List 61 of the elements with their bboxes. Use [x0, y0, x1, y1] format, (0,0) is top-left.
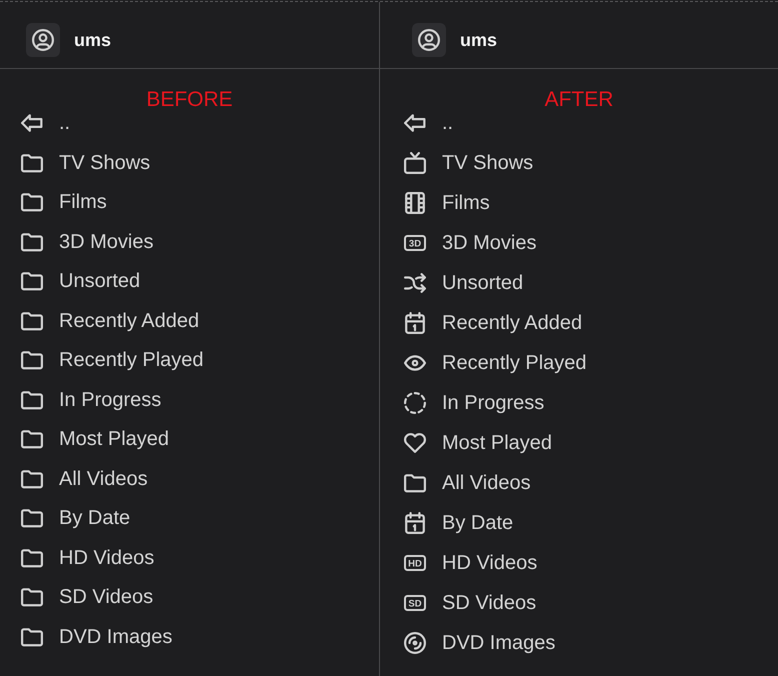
user-icon[interactable]	[412, 23, 446, 57]
caption-label: BEFORE	[146, 88, 233, 112]
username: ums	[460, 29, 498, 51]
list-item[interactable]: Films	[404, 192, 490, 214]
folder-icon	[21, 626, 43, 648]
folder-icon	[404, 472, 426, 494]
list-item[interactable]: Films	[21, 191, 107, 213]
calendar-icon	[404, 512, 426, 534]
folder-icon	[21, 388, 43, 410]
list-item[interactable]: DVD Images	[21, 626, 172, 648]
list-item[interactable]: SD SD Videos	[404, 592, 536, 614]
list-item[interactable]: Recently Added	[21, 310, 200, 332]
list-item[interactable]: 3D 3D Movies	[404, 232, 536, 254]
back-arrow-icon	[21, 112, 43, 134]
list-item[interactable]: In Progress	[404, 392, 544, 414]
list-item[interactable]: Recently Played	[404, 352, 587, 374]
list-item[interactable]: TV Shows	[21, 152, 150, 174]
back-link[interactable]: ..	[404, 112, 454, 134]
user-icon[interactable]	[26, 23, 60, 57]
text-badge-icon: 3D	[404, 232, 426, 254]
tv-icon	[404, 152, 426, 174]
caption-label: AFTER	[544, 88, 614, 112]
list-item[interactable]: Most Played	[21, 428, 170, 450]
folder-icon	[21, 191, 43, 213]
list-item[interactable]: By Date	[21, 507, 130, 529]
list-item[interactable]: HD HD Videos	[404, 552, 538, 574]
text-badge-icon: HD	[404, 552, 426, 574]
folder-icon	[21, 468, 43, 490]
text-badge-icon: SD	[404, 592, 426, 614]
folder-icon	[21, 230, 43, 252]
list-item[interactable]: DVD Images	[404, 632, 556, 654]
folder-icon	[21, 349, 43, 371]
heart-icon	[404, 432, 426, 454]
film-icon	[404, 192, 426, 214]
shuffle-icon	[404, 272, 426, 294]
list-item[interactable]: 3D Movies	[21, 230, 154, 252]
list-item[interactable]: HD Videos	[21, 546, 154, 568]
folder-icon	[21, 586, 43, 608]
folder-icon	[21, 152, 43, 174]
list-item[interactable]: Recently Added	[404, 312, 582, 334]
folder-icon	[21, 428, 43, 450]
back-arrow-icon	[404, 112, 426, 134]
list-item[interactable]: SD Videos	[21, 586, 154, 608]
list-item[interactable]: TV Shows	[404, 152, 534, 174]
list-item[interactable]: All Videos	[404, 472, 531, 494]
dashed-circle-icon	[404, 392, 426, 414]
list-item[interactable]: Most Played	[404, 432, 552, 454]
list-item[interactable]: Recently Played	[21, 349, 204, 371]
username: ums	[74, 29, 112, 51]
folder-icon	[21, 507, 43, 529]
list-item[interactable]: Unsorted	[404, 272, 524, 294]
list-item[interactable]: Unsorted	[21, 270, 140, 292]
folder-icon	[21, 546, 43, 568]
folder-icon	[21, 310, 43, 332]
disc-icon	[404, 632, 426, 654]
folder-icon	[21, 270, 43, 292]
list-item[interactable]: By Date	[404, 512, 514, 534]
back-link[interactable]: ..	[21, 112, 70, 134]
calendar-icon	[404, 312, 426, 334]
list-item[interactable]: In Progress	[21, 388, 162, 410]
list-item[interactable]: All Videos	[21, 468, 148, 490]
